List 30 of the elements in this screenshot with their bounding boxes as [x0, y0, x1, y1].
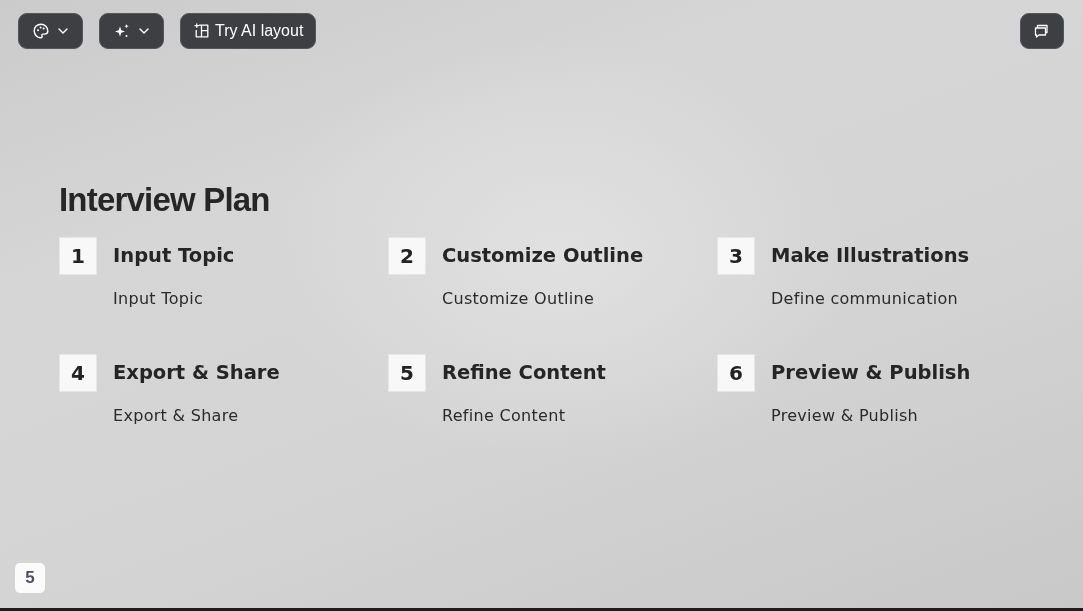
step-title: Preview & Publish [771, 360, 971, 386]
step-number: 2 [388, 237, 426, 275]
theme-dropdown-button[interactable] [18, 13, 83, 49]
step-number: 3 [717, 237, 755, 275]
chevron-down-icon [139, 28, 149, 34]
step-number: 6 [717, 354, 755, 392]
step-title: Customize Outline [442, 243, 644, 269]
step-title: Refine Content [442, 360, 606, 386]
chat-bubbles-icon [1034, 23, 1050, 39]
step-number: 1 [59, 237, 97, 275]
palette-icon [33, 23, 49, 39]
step-description: Preview & Publish [771, 405, 919, 427]
sparkle-icon [114, 23, 130, 39]
step-description: Customize Outline [442, 288, 595, 310]
try-ai-layout-button[interactable]: Try AI layout [180, 13, 317, 49]
step-description: Input Topic [113, 288, 204, 310]
step-number: 5 [388, 354, 426, 392]
slide-title: Interview Plan [59, 180, 270, 220]
step-description: Define communication [771, 288, 959, 310]
comments-button[interactable] [1020, 13, 1064, 49]
step-description: Export & Share [113, 405, 239, 427]
step-title: Export & Share [113, 360, 280, 386]
step-number: 4 [59, 354, 97, 392]
step-title: Make Illustrations [771, 243, 970, 269]
step-title: Input Topic [113, 243, 235, 269]
step-description: Refine Content [442, 405, 566, 427]
layout-icon [194, 23, 210, 39]
chevron-down-icon [58, 28, 68, 34]
ai-dropdown-button[interactable] [99, 13, 164, 49]
page-number-badge: 5 [15, 563, 45, 593]
